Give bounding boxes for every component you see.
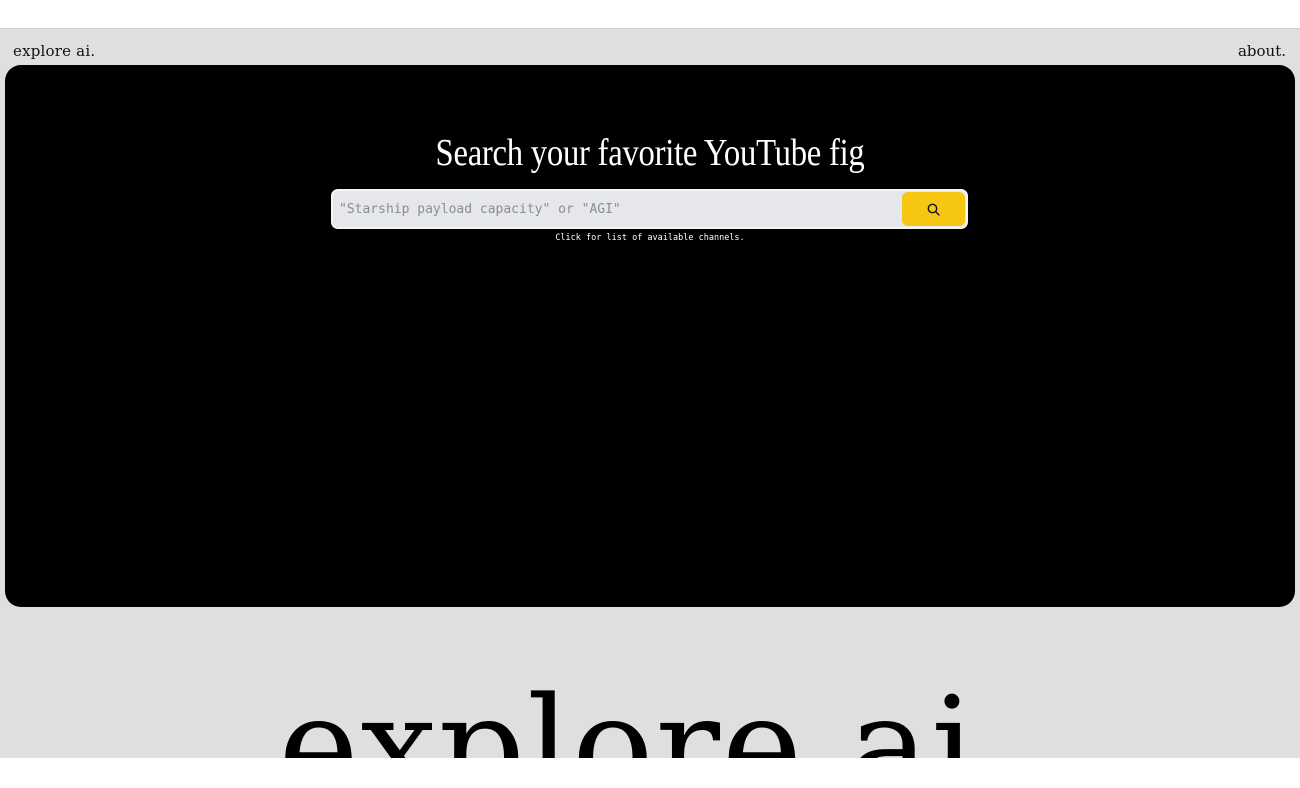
footer-wordmark: explore ai. xyxy=(278,668,1022,758)
search-input[interactable] xyxy=(339,191,899,227)
about-link[interactable]: about. xyxy=(1238,42,1286,60)
hero-title: Search your favorite YouTube fig xyxy=(435,132,865,174)
search-icon xyxy=(927,203,940,216)
hero-panel: Search your favorite YouTube fig Click f… xyxy=(5,65,1295,607)
brand-logo-text[interactable]: explore ai. xyxy=(13,42,95,60)
page-viewport: explore ai. about. Search your favorite … xyxy=(0,28,1300,758)
search-button[interactable] xyxy=(902,192,965,226)
top-nav: explore ai. about. xyxy=(0,29,1300,65)
available-channels-link[interactable]: Click for list of available channels. xyxy=(5,233,1295,243)
search-bar xyxy=(331,189,968,229)
